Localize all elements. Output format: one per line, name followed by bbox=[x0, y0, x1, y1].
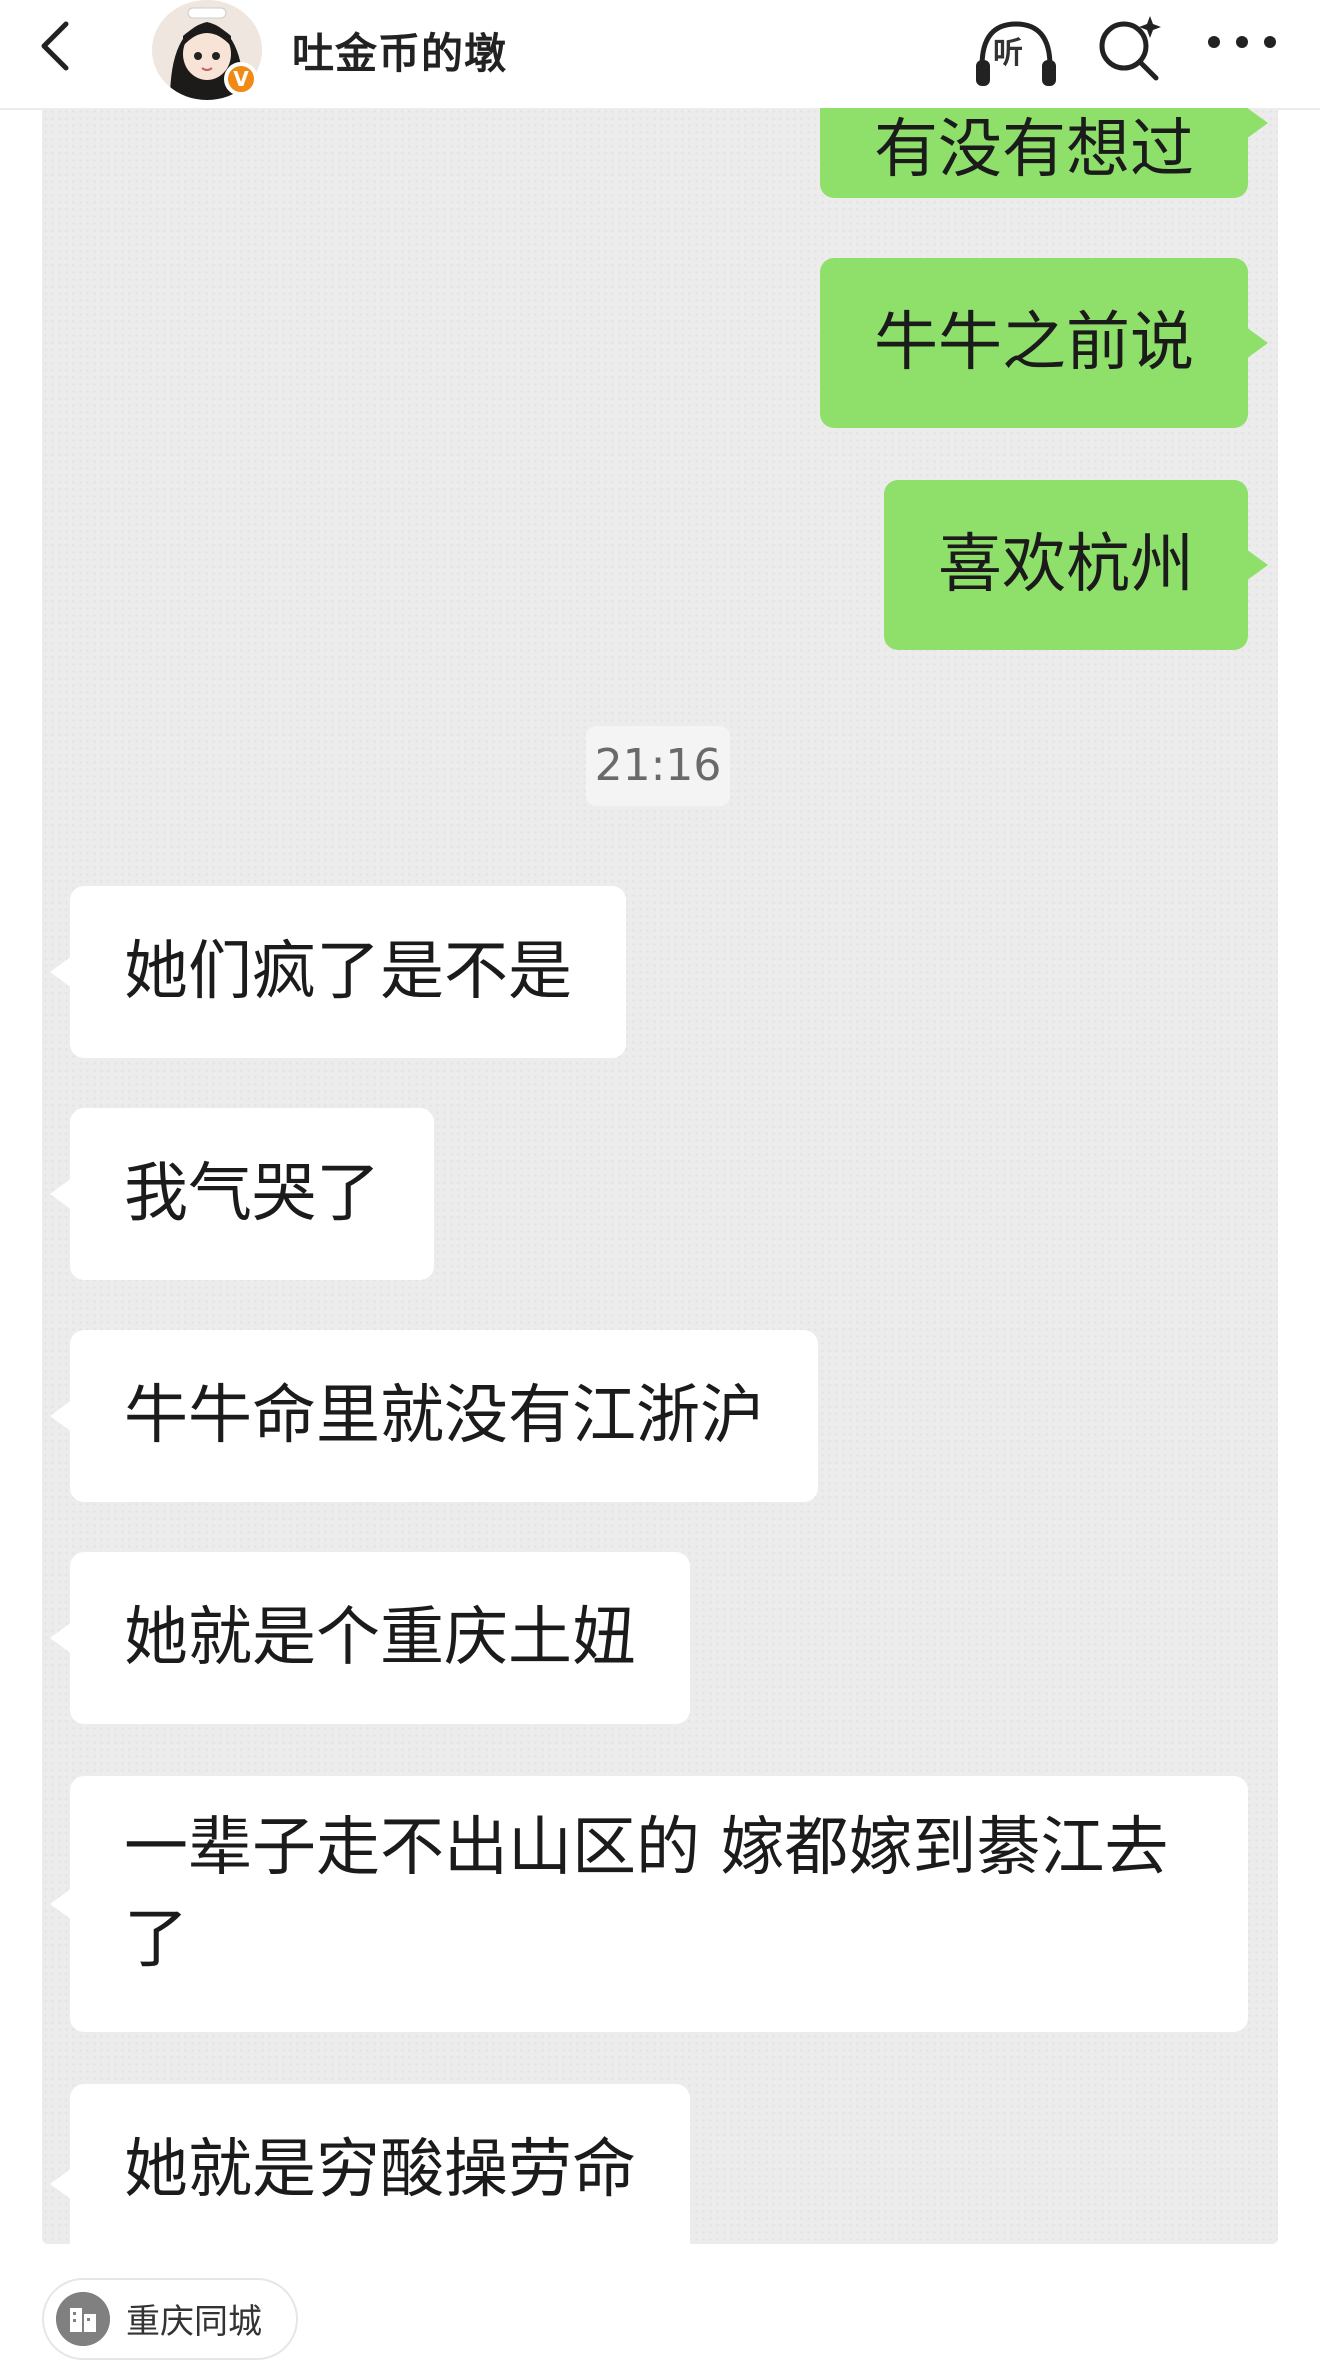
message-text: 我气哭了 bbox=[124, 1157, 380, 1231]
more-dots-icon[interactable] bbox=[1204, 22, 1280, 62]
message-text: 她就是个重庆土妞 bbox=[124, 1601, 636, 1675]
message-outgoing: 有没有想过 bbox=[820, 108, 1268, 198]
message-text: 一辈子走不出山区的 嫁都嫁到綦江去了 bbox=[124, 1811, 1169, 1977]
message-incoming: 一辈子走不出山区的 嫁都嫁到綦江去了 bbox=[50, 1776, 1248, 2032]
back-arrow-icon[interactable] bbox=[28, 18, 84, 74]
timestamp: 21:16 bbox=[586, 726, 730, 806]
top-bar: V 吐金币的墩 听 bbox=[0, 0, 1320, 110]
message-text: 牛牛之前说 bbox=[874, 306, 1194, 380]
message-text: 有没有想过 bbox=[874, 113, 1194, 187]
message-incoming: 她就是个重庆土妞 bbox=[50, 1552, 690, 1724]
message-text: 牛牛命里就没有江浙沪 bbox=[124, 1379, 764, 1453]
message-incoming: 她就是穷酸操劳命 bbox=[50, 2084, 690, 2244]
username[interactable]: 吐金币的墩 bbox=[292, 20, 507, 81]
listen-label: 听 bbox=[993, 36, 1023, 71]
message-text: 她就是穷酸操劳命 bbox=[124, 2133, 636, 2207]
location-tag[interactable]: 重庆同城 bbox=[42, 2278, 298, 2360]
search-sparkle-icon[interactable] bbox=[1094, 12, 1164, 82]
location-label: 重庆同城 bbox=[126, 2302, 262, 2342]
verified-badge-icon: V bbox=[224, 62, 258, 96]
message-incoming: 她们疯了是不是 bbox=[50, 886, 626, 1058]
message-text: 喜欢杭州 bbox=[938, 528, 1194, 602]
chat-screenshot: 有没有想过 牛牛之前说 喜欢杭州 21:16 她们疯了是不是 我气哭了 牛牛命里… bbox=[42, 108, 1278, 2244]
message-text: 她们疯了是不是 bbox=[124, 935, 572, 1009]
message-outgoing: 牛牛之前说 bbox=[820, 258, 1268, 428]
message-outgoing: 喜欢杭州 bbox=[884, 480, 1268, 650]
building-icon bbox=[56, 2292, 110, 2346]
message-incoming: 我气哭了 bbox=[50, 1108, 434, 1280]
message-incoming: 牛牛命里就没有江浙沪 bbox=[50, 1330, 818, 1502]
